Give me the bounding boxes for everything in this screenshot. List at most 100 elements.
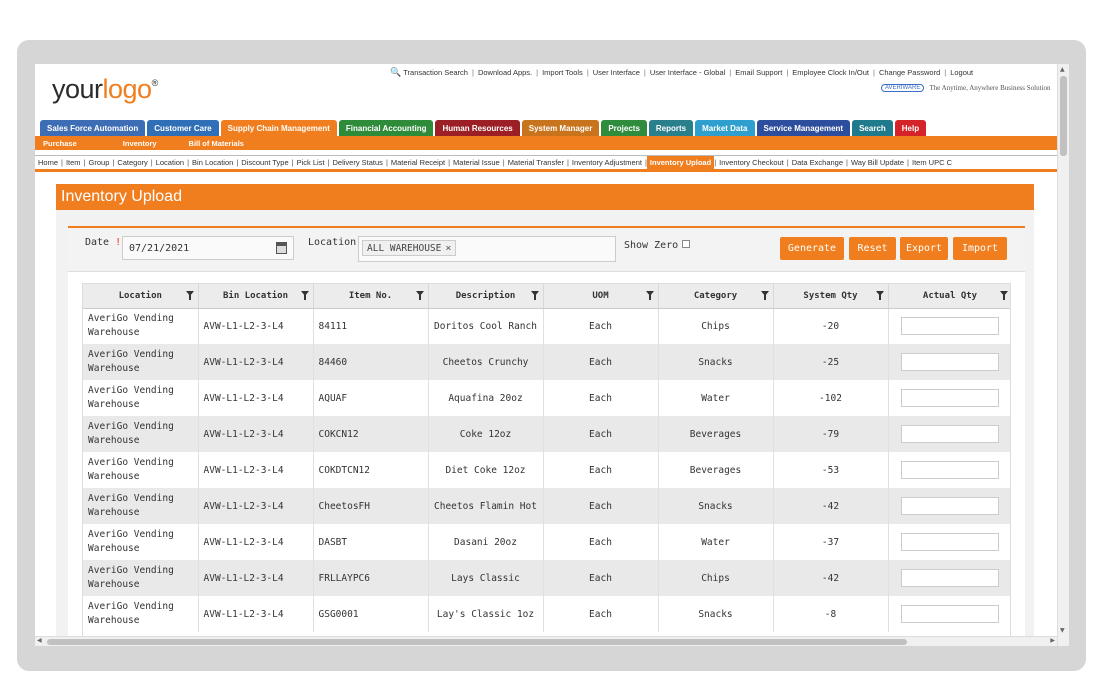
subnav-bill-of-materials[interactable]: Bill of Materials <box>189 139 244 148</box>
actual-qty-input[interactable] <box>901 497 999 515</box>
actual-qty-input[interactable] <box>901 353 999 371</box>
filter-icon[interactable] <box>760 291 769 300</box>
column-header-system-qty[interactable]: System Qty <box>773 284 889 309</box>
table-row[interactable]: AveriGo Vending Warehouse AVW-L1-L2-3-L4 C… <box>83 416 1010 452</box>
date-field[interactable]: 07/21/2021 <box>122 236 294 260</box>
vertical-scrollbar[interactable]: ▲ ▼ <box>1057 64 1069 646</box>
scroll-down-icon[interactable]: ▼ <box>1060 627 1065 634</box>
filter-icon[interactable] <box>645 291 654 300</box>
nav-item-material-receipt[interactable]: Material Receipt <box>388 158 448 167</box>
nav-item-delivery-status[interactable]: Delivery Status <box>330 158 386 167</box>
date-label: Date ! <box>85 237 122 248</box>
nav-item-item[interactable]: Item <box>63 158 84 167</box>
search-icon[interactable]: 🔍 <box>390 67 401 78</box>
nav-item-way-bill-update[interactable]: Way Bill Update <box>848 158 907 167</box>
scroll-right-icon[interactable]: ▶ <box>1050 637 1055 644</box>
column-header-uom[interactable]: UOM <box>543 284 659 309</box>
cell-uom: Each <box>543 308 659 344</box>
filter-icon[interactable] <box>530 291 539 300</box>
tab-sales-force-automation[interactable]: Sales Force Automation <box>40 120 146 136</box>
table-row[interactable]: AveriGo Vending Warehouse AVW-L1-L2-3-L4 G… <box>83 596 1010 632</box>
column-header-actual-qty[interactable]: Actual Qty <box>888 284 1010 309</box>
nav-item-discount-type[interactable]: Discount Type <box>238 158 291 167</box>
import-button[interactable]: Import <box>953 237 1007 260</box>
top-link-import-tools[interactable]: Import Tools <box>542 68 583 77</box>
tab-human-resources[interactable]: Human Resources <box>435 120 520 136</box>
nav-item-inventory-adjustment[interactable]: Inventory Adjustment <box>569 158 645 167</box>
horizontal-scrollbar[interactable]: ◀ ▶ <box>35 636 1057 646</box>
nav-item-item-upc-c[interactable]: Item UPC C <box>909 158 955 167</box>
subnav-purchase[interactable]: Purchase <box>43 139 77 148</box>
tab-customer-care[interactable]: Customer Care <box>147 120 219 136</box>
tab-market-data[interactable]: Market Data <box>695 120 755 136</box>
scroll-left-icon[interactable]: ◀ <box>37 637 42 644</box>
remove-chip-icon[interactable]: × <box>445 243 451 254</box>
top-link-email-support[interactable]: Email Support <box>735 68 782 77</box>
show-zero-checkbox[interactable] <box>682 240 691 248</box>
top-link-change-password[interactable]: Change Password <box>879 68 940 77</box>
top-link-logout[interactable]: Logout <box>950 68 973 77</box>
vertical-scroll-thumb[interactable] <box>1060 76 1067 156</box>
filter-icon[interactable] <box>185 291 194 300</box>
column-header-label: Description <box>455 290 516 301</box>
actual-qty-input[interactable] <box>901 605 999 623</box>
nav-item-location[interactable]: Location <box>153 158 187 167</box>
nav-item-group[interactable]: Group <box>86 158 113 167</box>
table-row[interactable]: AveriGo Vending Warehouse AVW-L1-L2-3-L4 C… <box>83 488 1010 524</box>
scroll-up-icon[interactable]: ▲ <box>1060 66 1065 73</box>
tab-projects[interactable]: Projects <box>601 120 647 136</box>
tab-reports[interactable]: Reports <box>648 120 694 136</box>
generate-button[interactable]: Generate <box>780 237 844 260</box>
top-link-employee-clock-in-out[interactable]: Employee Clock In/Out <box>792 68 869 77</box>
table-row[interactable]: AveriGo Vending Warehouse AVW-L1-L2-3-L4 C… <box>83 452 1010 488</box>
nav-item-bin-location[interactable]: Bin Location <box>189 158 236 167</box>
tab-financial-accounting[interactable]: Financial Accounting <box>338 120 434 136</box>
actual-qty-input[interactable] <box>901 425 999 443</box>
filter-icon[interactable] <box>415 291 424 300</box>
top-link-download-apps[interactable]: Download Apps. <box>478 68 532 77</box>
nav-item-material-transfer[interactable]: Material Transfer <box>505 158 567 167</box>
tab-help[interactable]: Help <box>894 120 927 136</box>
actual-qty-input[interactable] <box>901 389 999 407</box>
filter-icon[interactable] <box>999 291 1008 300</box>
tab-system-manager[interactable]: System Manager <box>521 120 600 136</box>
table-row[interactable]: AveriGo Vending Warehouse AVW-L1-L2-3-L4 8… <box>83 344 1010 380</box>
company-logo[interactable]: yourlogo® <box>52 74 158 105</box>
nav-item-home[interactable]: Home <box>35 158 61 167</box>
filter-icon[interactable] <box>875 291 884 300</box>
export-button[interactable]: Export <box>900 237 948 260</box>
column-header-bin-location[interactable]: Bin Location <box>198 284 314 309</box>
reset-button[interactable]: Reset <box>849 237 896 260</box>
tab-search[interactable]: Search <box>852 120 893 136</box>
nav-item-inventory-checkout[interactable]: Inventory Checkout <box>716 158 787 167</box>
top-link-transaction-search[interactable]: Transaction Search <box>403 68 468 77</box>
calendar-icon[interactable] <box>276 242 287 254</box>
subnav-inventory[interactable]: Inventory <box>123 139 157 148</box>
nav-item-pick-list[interactable]: Pick List <box>294 158 328 167</box>
column-header-item-no[interactable]: Item No. <box>313 284 429 309</box>
nav-item-material-issue[interactable]: Material Issue <box>450 158 503 167</box>
location-multiselect[interactable]: ALL WAREHOUSE × <box>358 236 616 262</box>
filter-icon[interactable] <box>300 291 309 300</box>
actual-qty-input[interactable] <box>901 569 999 587</box>
actual-qty-input[interactable] <box>901 461 999 479</box>
table-row[interactable]: AveriGo Vending Warehouse AVW-L1-L2-3-L4 8… <box>83 308 1010 344</box>
nav-item-category[interactable]: Category <box>114 158 150 167</box>
tab-service-management[interactable]: Service Management <box>756 120 851 136</box>
nav-item-inventory-upload[interactable]: Inventory Upload <box>646 156 715 169</box>
horizontal-scroll-thumb[interactable] <box>47 639 907 645</box>
tab-supply-chain-management[interactable]: Supply Chain Management <box>220 120 337 136</box>
table-row[interactable]: AveriGo Vending Warehouse AVW-L1-L2-3-L4 F… <box>83 560 1010 596</box>
column-header-location[interactable]: Location <box>83 284 199 309</box>
actual-qty-input[interactable] <box>901 317 999 336</box>
actual-qty-input[interactable] <box>901 533 999 551</box>
top-link-user-interface-global[interactable]: User Interface - Global <box>650 68 725 77</box>
nav-item-data-exchange[interactable]: Data Exchange <box>789 158 846 167</box>
table-row[interactable]: AveriGo Vending Warehouse AVW-L1-L2-3-L4 D… <box>83 524 1010 560</box>
column-header-label: Item No. <box>348 290 393 301</box>
show-zero-option[interactable]: Show Zero <box>624 240 691 251</box>
column-header-category[interactable]: Category <box>658 284 774 309</box>
table-row[interactable]: AveriGo Vending Warehouse AVW-L1-L2-3-L4 A… <box>83 380 1010 416</box>
column-header-description[interactable]: Description <box>428 284 544 309</box>
top-link-user-interface[interactable]: User Interface <box>593 68 640 77</box>
